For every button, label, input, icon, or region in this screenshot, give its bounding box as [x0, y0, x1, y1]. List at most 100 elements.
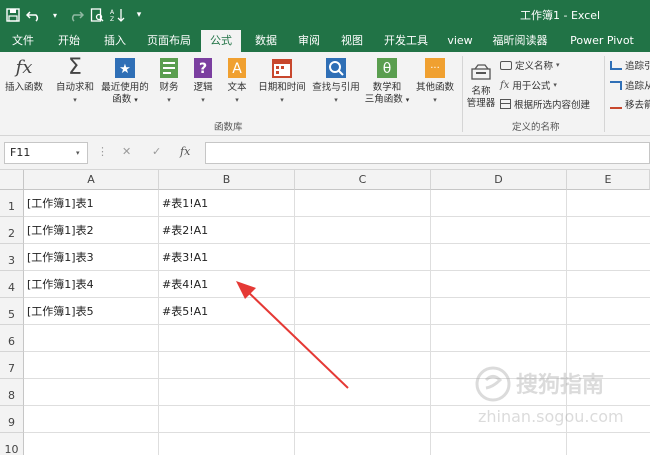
- theta-icon: θ: [377, 58, 397, 78]
- calendar-icon: [272, 59, 292, 78]
- defined-names-group-label: 定义的名称: [512, 122, 560, 133]
- chevron-down-icon: ▾: [201, 96, 205, 104]
- tab-power-pivot[interactable]: Power Pivot: [562, 30, 642, 52]
- tag-icon: [500, 60, 512, 70]
- row-header[interactable]: 4: [0, 271, 24, 298]
- recently-used-button[interactable]: ★ 最近使用的 函数 ▾: [98, 56, 152, 106]
- cell-a1[interactable]: [工作簿1]表1: [24, 190, 94, 217]
- ribbon: fx 插入函数 Σ 自动求和 ▾ ★ 最近使用的 函数 ▾ 财务 ▾ ? 逻辑 …: [0, 52, 650, 136]
- name-box-dropdown-icon[interactable]: ▾: [76, 149, 80, 157]
- math-trig-button[interactable]: θ 数学和 三角函数 ▾: [364, 56, 410, 106]
- gridline: [24, 351, 650, 352]
- financial-icon: [160, 58, 178, 78]
- svg-text:★: ★: [119, 62, 131, 77]
- column-header-b[interactable]: B: [159, 170, 295, 190]
- column-header-c[interactable]: C: [295, 170, 431, 190]
- watermark-url: zhinan.sogou.com: [478, 407, 624, 426]
- formula-input[interactable]: [205, 142, 650, 164]
- tab-developer[interactable]: 开发工具: [378, 30, 434, 52]
- svg-text:?: ?: [199, 61, 207, 77]
- text-a-icon: A: [228, 58, 246, 78]
- column-header-d[interactable]: D: [431, 170, 567, 190]
- remove-arrows-icon: [610, 100, 622, 109]
- row-header[interactable]: 10: [0, 433, 24, 455]
- tab-view-en[interactable]: view: [443, 30, 477, 52]
- more-options-icon: ⋮: [97, 145, 108, 158]
- tab-view[interactable]: 视图: [334, 30, 370, 52]
- row-header[interactable]: 3: [0, 244, 24, 271]
- financial-button[interactable]: 财务 ▾: [154, 56, 184, 106]
- create-from-selection-button[interactable]: 根据所选内容创建: [500, 97, 590, 111]
- row-header[interactable]: 5: [0, 298, 24, 325]
- enter-icon[interactable]: ✓: [152, 145, 161, 158]
- tab-data[interactable]: 数据: [248, 30, 284, 52]
- chevron-down-icon: ▾: [334, 96, 338, 104]
- cell-b4[interactable]: #表4!A1: [159, 271, 208, 298]
- name-manager-button[interactable]: 名称 管理器: [464, 60, 498, 110]
- question-icon: ?: [194, 58, 212, 78]
- watermark-logo-icon: [475, 366, 511, 402]
- trace-dependents-icon: [610, 80, 622, 90]
- text-functions-button[interactable]: A 文本 ▾: [222, 56, 252, 106]
- gridline: [24, 243, 650, 244]
- row-header[interactable]: 6: [0, 325, 24, 352]
- group-separator: [462, 56, 463, 132]
- lookup-icon: [326, 58, 346, 78]
- row-header[interactable]: 2: [0, 217, 24, 244]
- cell-b1[interactable]: #表1!A1: [159, 190, 208, 217]
- cell-a3[interactable]: [工作簿1]表3: [24, 244, 94, 271]
- svg-text:θ: θ: [383, 61, 392, 77]
- row-header[interactable]: 8: [0, 379, 24, 406]
- cell-a5[interactable]: [工作簿1]表5: [24, 298, 94, 325]
- define-name-button[interactable]: 定义名称 ▾: [500, 58, 560, 72]
- undo-dropdown-icon[interactable]: ▾: [48, 5, 62, 25]
- remove-arrows-button[interactable]: 移去箭: [610, 97, 650, 111]
- lookup-reference-button[interactable]: 查找与引用 ▾: [310, 56, 362, 106]
- svg-text:A: A: [232, 61, 242, 77]
- tab-home[interactable]: 开始: [50, 30, 88, 52]
- redo-icon[interactable]: [68, 5, 84, 25]
- tab-insert[interactable]: 插入: [96, 30, 134, 52]
- date-time-button[interactable]: 日期和时间 ▾: [254, 56, 310, 106]
- logical-button[interactable]: ? 逻辑 ▾: [188, 56, 218, 106]
- window-title: 工作簿1 - Excel: [520, 9, 601, 22]
- column-header-e[interactable]: E: [567, 170, 650, 190]
- row-header[interactable]: 7: [0, 352, 24, 379]
- sigma-icon: Σ: [68, 55, 82, 80]
- undo-icon[interactable]: [26, 5, 42, 25]
- trace-precedents-button[interactable]: 追踪引: [610, 58, 650, 72]
- tab-review[interactable]: 审阅: [291, 30, 327, 52]
- cell-a4[interactable]: [工作簿1]表4: [24, 271, 94, 298]
- cell-b2[interactable]: #表2!A1: [159, 217, 208, 244]
- column-header-a[interactable]: A: [24, 170, 159, 190]
- more-functions-button[interactable]: ··· 其他函数 ▾: [412, 56, 458, 106]
- row-header[interactable]: 9: [0, 406, 24, 433]
- cell-b5[interactable]: #表5!A1: [159, 298, 208, 325]
- select-all-corner[interactable]: [0, 170, 24, 190]
- chevron-down-icon: ▾: [553, 81, 557, 89]
- trace-dependents-button[interactable]: 追踪从: [610, 78, 650, 92]
- tab-foxit-reader[interactable]: 福昕阅读器: [485, 30, 555, 52]
- name-manager-icon: [471, 64, 491, 80]
- quick-access-toolbar: ▾ AZ ▾: [6, 5, 146, 25]
- customize-qat-icon[interactable]: ▾: [132, 5, 146, 25]
- autosum-button[interactable]: Σ 自动求和 ▾: [52, 56, 98, 106]
- sort-icon[interactable]: AZ: [110, 5, 126, 25]
- tab-page-layout[interactable]: 页面布局: [141, 30, 197, 52]
- fx-small-icon: fx: [500, 79, 510, 91]
- insert-function-icon[interactable]: fx: [180, 145, 190, 158]
- formula-bar: F11 ▾ ⋮ ✕ ✓ fx: [0, 136, 650, 170]
- row-header[interactable]: 1: [0, 190, 24, 217]
- tab-formulas[interactable]: 公式: [201, 30, 241, 52]
- watermark-text: 搜狗指南: [516, 373, 605, 398]
- insert-function-button[interactable]: fx 插入函数: [2, 56, 46, 94]
- cell-b3[interactable]: #表3!A1: [159, 244, 208, 271]
- cell-a2[interactable]: [工作簿1]表2: [24, 217, 94, 244]
- function-library-group-label: 函数库: [214, 122, 243, 133]
- tab-file[interactable]: 文件: [4, 30, 42, 52]
- use-in-formula-button[interactable]: fx 用于公式 ▾: [500, 78, 557, 93]
- cancel-icon[interactable]: ✕: [122, 145, 131, 158]
- chevron-down-icon: ▾: [280, 96, 284, 104]
- save-icon[interactable]: [6, 5, 20, 25]
- print-preview-icon[interactable]: [90, 5, 104, 25]
